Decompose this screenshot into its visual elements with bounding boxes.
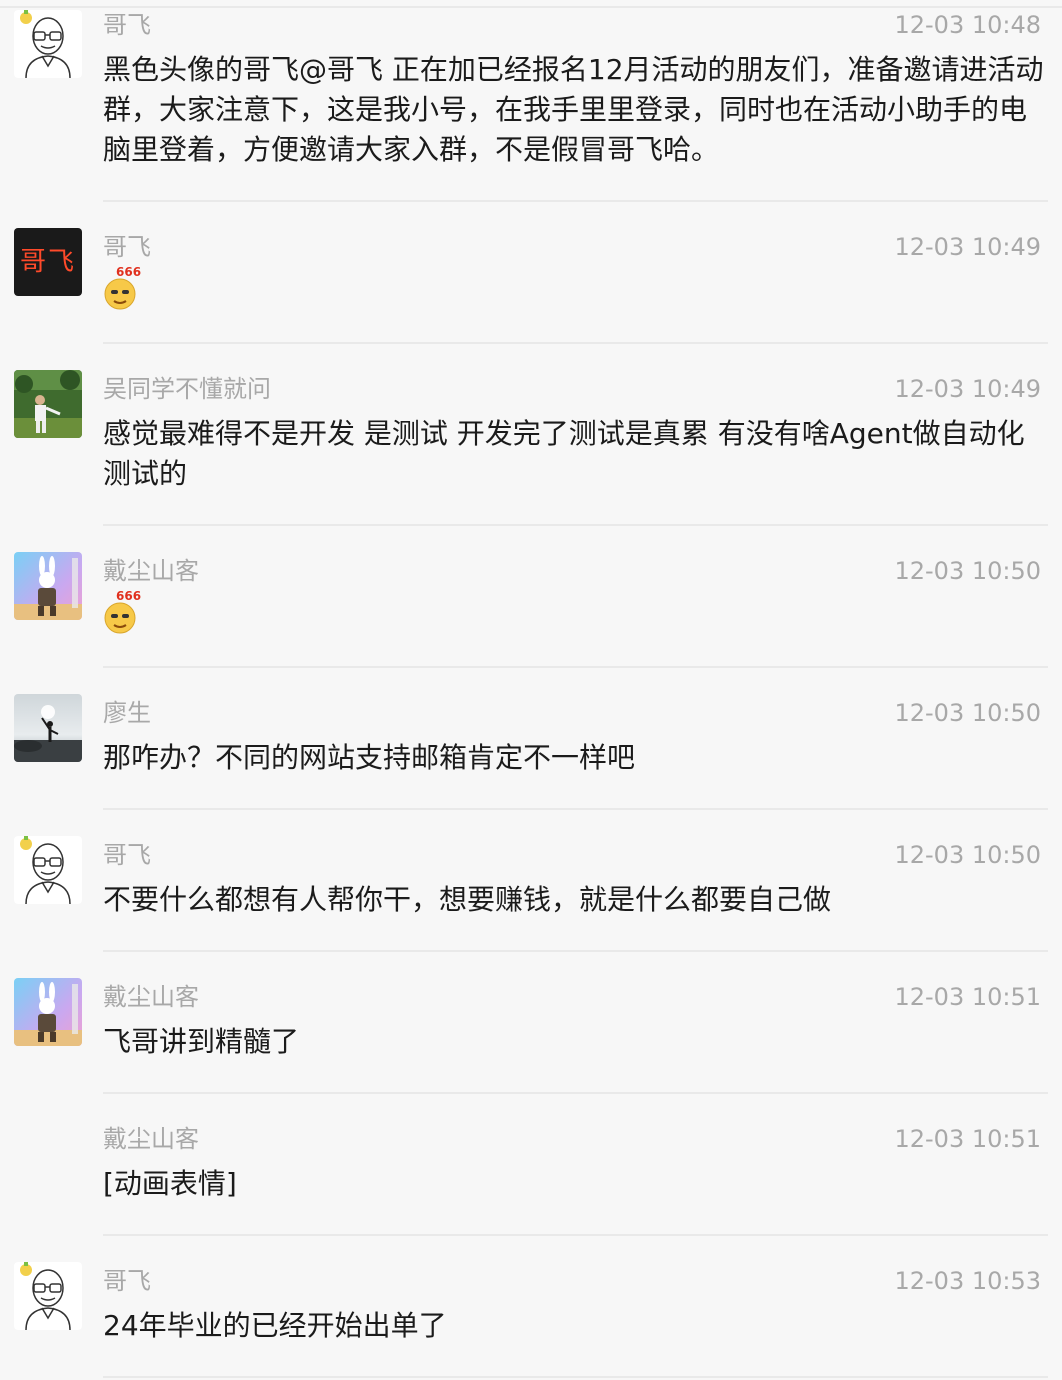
- timestamp: 12-03 10:51: [894, 1125, 1041, 1153]
- message-divider: [103, 666, 1048, 668]
- black-text-avatar-icon[interactable]: 哥飞: [14, 228, 82, 296]
- timestamp: 12-03 10:48: [894, 11, 1041, 39]
- message-divider: [103, 524, 1048, 526]
- message-divider: [103, 808, 1048, 810]
- timestamp: 12-03 10:50: [894, 841, 1041, 869]
- message-text: 感觉最难得不是开发 是测试 开发完了测试是真累 有没有啥Agent做自动化测试的: [103, 417, 1025, 490]
- 666-emoji-icon[interactable]: 666: [103, 264, 141, 312]
- rabbit-warrior-avatar-icon[interactable]: [14, 552, 82, 620]
- sender-name[interactable]: 哥飞: [103, 1266, 151, 1296]
- message-divider: [103, 1092, 1048, 1094]
- timestamp: 12-03 10:50: [894, 699, 1041, 727]
- message-divider: [103, 342, 1048, 344]
- sender-name[interactable]: 廖生: [103, 698, 151, 728]
- message-text: 黑色头像的哥飞@哥飞 正在加已经报名12月活动的朋友们，准备邀请进活动群，大家注…: [103, 53, 1044, 166]
- message-divider: [103, 200, 1048, 202]
- bald-man-glasses-avatar-icon[interactable]: [14, 10, 82, 78]
- seaside-silhouette-avatar-icon[interactable]: [14, 694, 82, 762]
- timestamp: 12-03 10:49: [894, 375, 1041, 403]
- svg-text:666: 666: [116, 265, 141, 279]
- message-text: 飞哥讲到精髓了: [103, 1025, 300, 1058]
- message-text: 24年毕业的已经开始出单了: [103, 1309, 447, 1342]
- message-divider: [103, 950, 1048, 952]
- message-text: 不要什么都想有人帮你干，想要赚钱，就是什么都要自己做: [103, 883, 832, 916]
- timestamp: 12-03 10:49: [894, 233, 1041, 261]
- top-divider: [0, 6, 1062, 8]
- svg-text:666: 666: [116, 589, 141, 603]
- 666-emoji-icon[interactable]: 666: [103, 588, 141, 636]
- message-text: [动画表情]: [103, 1167, 237, 1200]
- bald-man-glasses-avatar-icon[interactable]: [14, 1262, 82, 1330]
- sender-name[interactable]: 戴尘山客: [103, 556, 199, 586]
- avatar-label: 哥飞: [19, 247, 76, 277]
- message-text: 那咋办？不同的网站支持邮箱肯定不一样吧: [103, 741, 636, 774]
- bald-man-glasses-avatar-icon[interactable]: [14, 836, 82, 904]
- sender-name[interactable]: 戴尘山客: [103, 982, 199, 1012]
- message-divider: [103, 1234, 1048, 1236]
- sender-name[interactable]: 吴同学不懂就问: [103, 374, 271, 404]
- sender-name[interactable]: 哥飞: [103, 232, 151, 262]
- sender-name[interactable]: 哥飞: [103, 840, 151, 870]
- timestamp: 12-03 10:50: [894, 557, 1041, 585]
- outdoor-photo-avatar-icon[interactable]: [14, 370, 82, 438]
- timestamp: 12-03 10:51: [894, 983, 1041, 1011]
- sender-name[interactable]: 哥飞: [103, 10, 151, 40]
- timestamp: 12-03 10:53: [894, 1267, 1041, 1295]
- sender-name[interactable]: 戴尘山客: [103, 1124, 199, 1154]
- message-divider: [103, 1376, 1048, 1378]
- rabbit-warrior-avatar-icon[interactable]: [14, 978, 82, 1046]
